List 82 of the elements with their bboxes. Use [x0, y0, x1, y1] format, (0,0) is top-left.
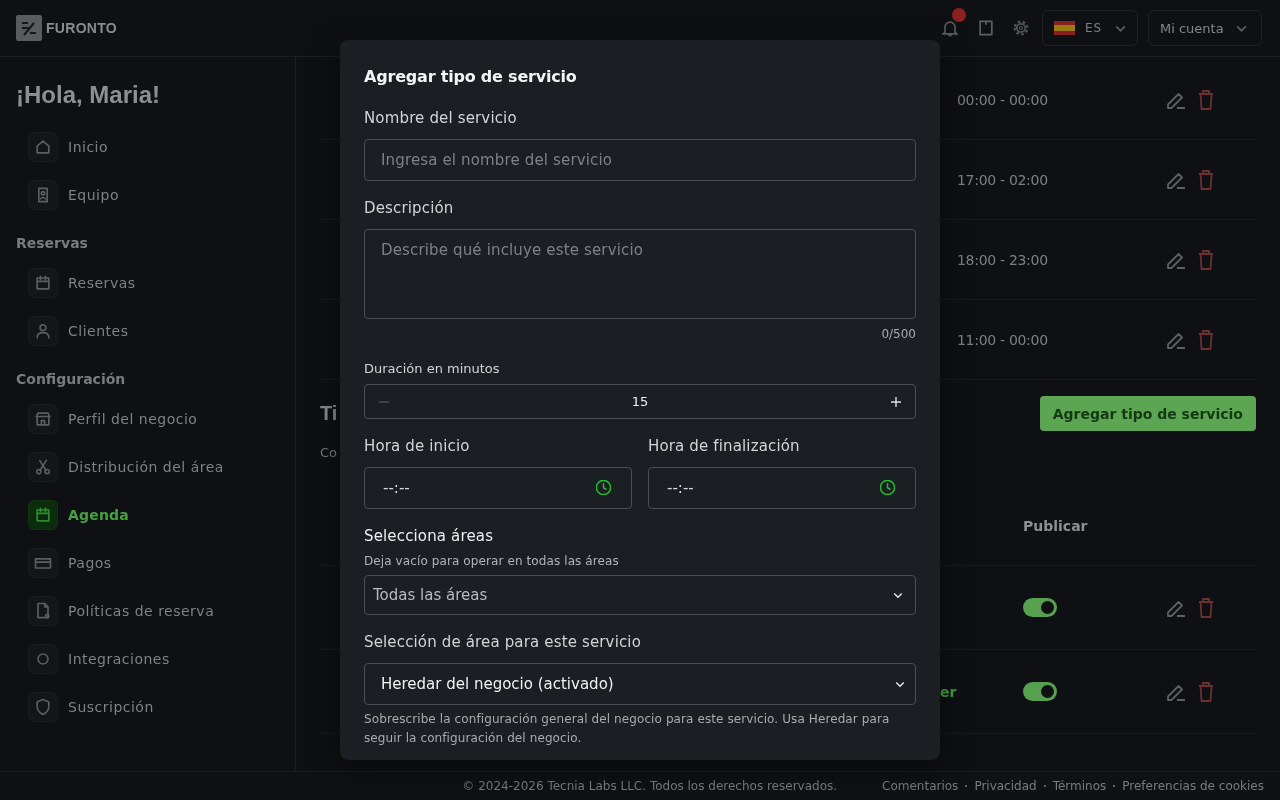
id-card-icon [28, 180, 58, 210]
sidebar-item[interactable]: Pagos [16, 539, 295, 587]
account-menu[interactable]: Mi cuenta [1148, 10, 1262, 46]
logo-icon [16, 15, 42, 41]
footer-link[interactable]: Privacidad [974, 779, 1037, 793]
area-mode-select[interactable]: Heredar del negocio (activado) [364, 663, 916, 705]
time-input[interactable]: --:-- [648, 467, 916, 509]
section-heading: Configuración [16, 370, 127, 389]
hours-text: 17:00 - 02:00 [957, 171, 1049, 188]
sidebar-item[interactable]: Políticas de reserva [16, 587, 295, 635]
card-icon [28, 548, 58, 578]
bell-icon[interactable] [940, 18, 960, 38]
column-header: Publicar [1023, 517, 1089, 534]
footer-link[interactable]: Preferencias de cookies [1122, 779, 1264, 793]
section-heading: Reservas [16, 234, 89, 253]
trash-icon[interactable] [1197, 168, 1215, 191]
sidebar-item[interactable]: Equipo [16, 171, 295, 219]
clock-icon[interactable] [880, 480, 895, 495]
description-input[interactable]: Describe qué incluye este servicio [364, 229, 916, 319]
store-icon [28, 404, 58, 434]
publish-toggle[interactable] [1023, 682, 1057, 701]
field-label: Hora de inicio [364, 436, 471, 456]
sidebar-item[interactable]: Integraciones [16, 635, 295, 683]
publish-toggle[interactable] [1023, 598, 1057, 617]
section-title: Ti [320, 402, 338, 425]
field-label: Hora de finalización [648, 436, 801, 456]
calendar-icon [28, 268, 58, 298]
calendar-icon [28, 500, 58, 530]
sidebar-item[interactable]: Inicio [16, 123, 295, 171]
document-icon [28, 596, 58, 626]
trash-icon[interactable] [1197, 88, 1215, 111]
person-icon [28, 316, 58, 346]
service-name-input[interactable]: Ingresa el nombre del servicio [364, 139, 916, 181]
hint-text: Deja vacío para operar en todas las áreas [364, 553, 620, 569]
trash-icon[interactable] [1197, 328, 1215, 351]
hours-text: 00:00 - 00:00 [957, 91, 1049, 108]
copyright-text: © 2024-2026 Tecnia Labs LLC. Todos los derechos reservados. [462, 779, 838, 793]
section-subtitle: Co [320, 444, 338, 462]
trash-icon[interactable] [1197, 596, 1215, 619]
field-label: Nombre del servicio [364, 108, 518, 128]
ring-icon [28, 644, 58, 674]
sidebar-item[interactable]: Distribución del área [16, 443, 295, 491]
settings-icon[interactable] [1012, 19, 1030, 37]
chevron-icon [1236, 24, 1247, 32]
field-label: Selección de área para este servicio [364, 632, 642, 652]
character-counter: 0/500 [880, 326, 916, 342]
field-label: Descripción [364, 198, 455, 218]
hours-text: 11:00 - 00:00 [957, 331, 1049, 348]
field-label: Selecciona áreas [364, 526, 495, 546]
duration-value: 15 [631, 394, 649, 409]
chevron-icon [893, 591, 903, 599]
brand-name: FURONTO [46, 20, 118, 36]
sidebar-item[interactable]: Perfil del negocio [16, 395, 295, 443]
chevron-icon [895, 680, 905, 688]
footer-link[interactable]: Comentarios [882, 779, 959, 793]
trash-icon[interactable] [1197, 680, 1215, 703]
home-icon [28, 132, 58, 162]
chevron-icon [1115, 24, 1126, 32]
minus-icon [379, 400, 389, 403]
flag-icon [1054, 21, 1075, 35]
time-input[interactable]: --:-- [364, 467, 632, 509]
package-icon[interactable] [976, 18, 996, 38]
language-select[interactable]: ES [1042, 10, 1138, 46]
table-cell: er [940, 684, 957, 700]
sidebar-item[interactable]: Clientes [16, 307, 295, 355]
duration-stepper[interactable]: 15 [364, 384, 916, 419]
scissors-icon [28, 452, 58, 482]
sidebar-item[interactable]: Agenda [16, 491, 295, 539]
trash-icon[interactable] [1197, 248, 1215, 271]
field-label: Duración en minutos [364, 360, 501, 378]
add-service-button[interactable]: Agregar tipo de servicio [1039, 396, 1256, 431]
hours-text: 18:00 - 23:00 [957, 251, 1049, 268]
modal-title: Agregar tipo de servicio [364, 66, 578, 88]
clock-icon[interactable] [596, 480, 611, 495]
sidebar-item[interactable]: Reservas [16, 259, 295, 307]
footer-link[interactable]: Términos [1052, 779, 1107, 793]
shield-icon [28, 692, 58, 722]
plus-icon [891, 396, 901, 407]
greeting: ¡Hola, Maria! [16, 80, 162, 110]
help-text: Sobrescribe la configuración general del negocio para este servicio. Usa Heredar para seguir la configuración del negocio. [364, 711, 891, 747]
sidebar-item[interactable]: Suscripción [16, 683, 295, 731]
areas-select[interactable]: Todas las áreas [364, 575, 916, 615]
